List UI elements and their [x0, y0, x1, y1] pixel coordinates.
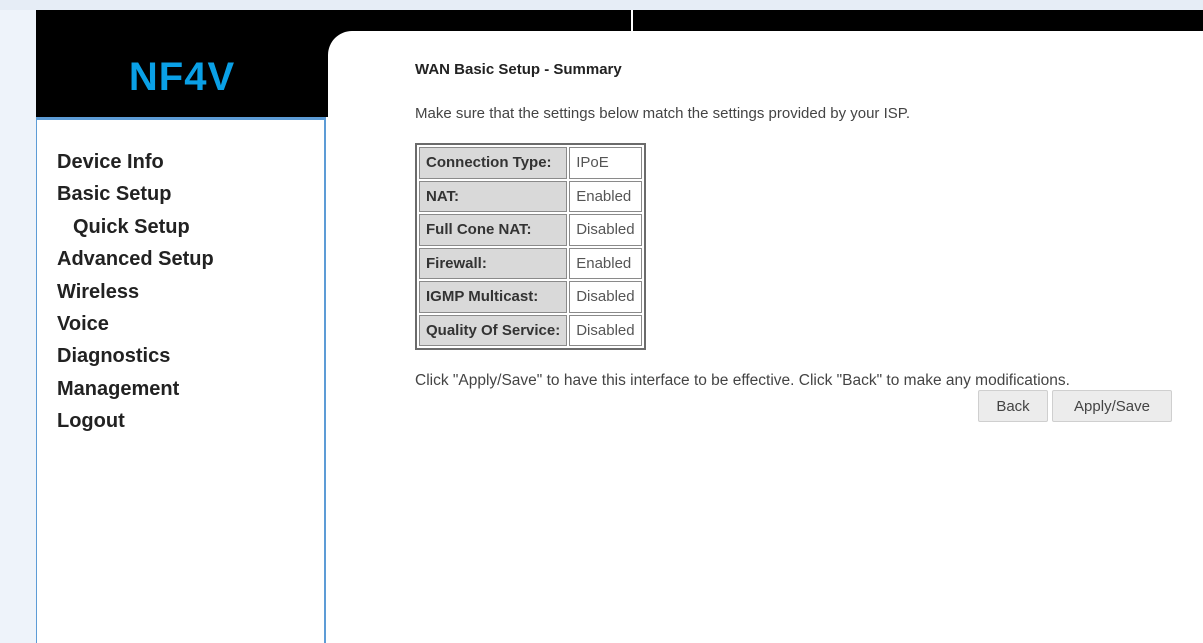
logo-panel: NF4V	[36, 31, 328, 117]
row-label: Firewall:	[419, 247, 568, 279]
page-title: WAN Basic Setup - Summary	[415, 61, 622, 78]
sidebar-item-voice[interactable]: Voice	[57, 308, 324, 340]
row-label: Connection Type:	[419, 147, 568, 179]
row-label: IGMP Multicast:	[419, 281, 568, 313]
sidebar-item-advanced-setup[interactable]: Advanced Setup	[57, 243, 324, 275]
apply-instructions: Click "Apply/Save" to have this interfac…	[415, 372, 1070, 389]
apply-save-button[interactable]: Apply/Save	[1052, 390, 1172, 422]
intro-text: Make sure that the settings below match …	[415, 105, 910, 122]
logo: NF4V	[128, 54, 236, 99]
row-label: NAT:	[419, 180, 568, 212]
table-row: Firewall: Enabled	[419, 247, 642, 279]
header-divider	[631, 10, 633, 31]
back-button[interactable]: Back	[978, 390, 1048, 422]
window-left-margin	[0, 0, 36, 643]
sidebar: Device Info Basic Setup Quick Setup Adva…	[36, 117, 326, 643]
sidebar-item-wireless[interactable]: Wireless	[57, 276, 324, 308]
table-row: Full Cone NAT: Disabled	[419, 214, 642, 246]
table-row: NAT: Enabled	[419, 180, 642, 212]
table-row: IGMP Multicast: Disabled	[419, 281, 642, 313]
row-label: Full Cone NAT:	[419, 214, 568, 246]
row-value: Enabled	[569, 180, 642, 212]
sidebar-item-diagnostics[interactable]: Diagnostics	[57, 340, 324, 372]
row-value: Disabled	[569, 214, 642, 246]
sidebar-item-basic-setup[interactable]: Basic Setup	[57, 178, 324, 210]
table-row: Connection Type: IPoE	[419, 147, 642, 179]
window-top-margin	[0, 0, 1203, 10]
sidebar-item-management[interactable]: Management	[57, 373, 324, 405]
sidebar-nav: Device Info Basic Setup Quick Setup Adva…	[37, 120, 324, 438]
sidebar-item-logout[interactable]: Logout	[57, 405, 324, 437]
row-label: Quality Of Service:	[419, 314, 568, 346]
header-bar	[36, 10, 1203, 31]
table-row: Quality Of Service: Disabled	[419, 314, 642, 346]
sidebar-item-quick-setup[interactable]: Quick Setup	[57, 211, 324, 243]
sidebar-item-device-info[interactable]: Device Info	[57, 146, 324, 178]
summary-table: Connection Type: IPoE NAT: Enabled Full …	[415, 143, 646, 350]
row-value: Enabled	[569, 247, 642, 279]
row-value: Disabled	[569, 314, 642, 346]
router-admin-page: NF4V Device Info Basic Setup Quick Setup…	[0, 0, 1203, 643]
row-value: Disabled	[569, 281, 642, 313]
row-value: IPoE	[569, 147, 642, 179]
